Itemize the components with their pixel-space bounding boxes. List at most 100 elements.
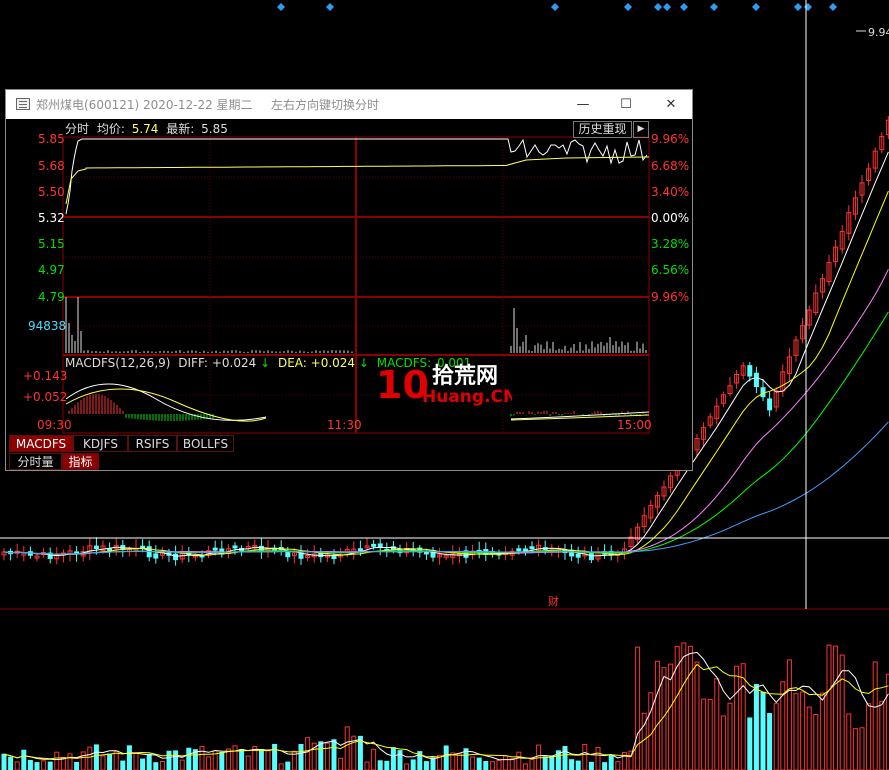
volume-bar [681, 642, 687, 770]
volume-bar [879, 700, 885, 770]
volume-bar [126, 745, 132, 770]
percent-tick: 3.40% [651, 185, 689, 199]
candle-body [760, 387, 766, 398]
app-icon [16, 98, 30, 110]
volume-bar [186, 747, 192, 770]
tab-rsifs[interactable]: RSIFS [128, 435, 177, 452]
volume-bar [107, 753, 113, 770]
macd-tick: +0.143 [23, 369, 67, 383]
finance-marker: 财 [548, 594, 559, 608]
candle-body [357, 548, 363, 552]
candle-body [93, 545, 99, 550]
tab-macdfs[interactable]: MACDFS [9, 435, 73, 452]
volume-bar [707, 698, 713, 770]
close-button[interactable]: ✕ [649, 90, 693, 119]
price-tick: 5.32 [38, 211, 65, 225]
volume-bar [344, 726, 350, 770]
volume-bar [166, 750, 172, 770]
volume-bar [305, 737, 311, 770]
volume-bar [747, 717, 753, 770]
tab-minute-volume[interactable]: 分时量 [9, 453, 62, 470]
minute-header: 分时 均价: 5.74 最新: 5.85 [65, 121, 228, 136]
volume-bar [423, 761, 429, 770]
signal-marker-icon [654, 3, 662, 11]
volume-bar [404, 763, 410, 770]
volume-bar [54, 751, 60, 770]
percent-tick: 6.56% [651, 263, 689, 277]
candle-body [753, 372, 759, 388]
volume-bar [846, 713, 852, 770]
minute-chart-window[interactable]: 郑州煤电(600121) 2020-12-22 星期二 左右方向键切换分时 — … [5, 89, 693, 471]
volume-bar [595, 746, 601, 770]
price-tick: 4.79 [38, 290, 65, 304]
volume-bar [443, 745, 449, 770]
volume-bar [727, 702, 733, 770]
candle-body [516, 548, 522, 552]
history-play-icon[interactable]: ▶ [633, 121, 649, 138]
tab-bollfs[interactable]: BOLLFS [177, 435, 234, 452]
volume-bar [258, 748, 264, 770]
price-tick: 5.15 [38, 237, 65, 251]
volume-bar [100, 755, 106, 770]
price-tick: 5.85 [38, 132, 65, 146]
volume-bar [687, 645, 693, 770]
signal-marker-icon [551, 3, 559, 11]
signal-marker-icon [277, 3, 285, 11]
minute-chart[interactable]: 分时 均价: 5.74 最新: 5.85 5.85 5.68 5.50 5.32… [6, 119, 692, 434]
volume-bar [199, 746, 205, 770]
minimize-button[interactable]: — [561, 90, 605, 119]
signal-marker-icon [680, 3, 688, 11]
window-titlebar[interactable]: 郑州煤电(600121) 2020-12-22 星期二 左右方向键切换分时 — … [6, 90, 692, 119]
time-label: 15:00 [617, 418, 652, 432]
watermark-en: Huang.CN [422, 387, 512, 407]
volume-bar [232, 745, 238, 770]
volume-bar [8, 756, 14, 770]
volume-bar [331, 739, 337, 770]
volume-bar [635, 646, 641, 770]
volume-bar [859, 727, 865, 770]
volume-bar [371, 748, 377, 770]
volume-bar [852, 728, 858, 770]
signal-marker-icon [663, 3, 671, 11]
volume-bar [793, 693, 799, 770]
percent-tick: 9.96% [651, 290, 689, 304]
history-replay-button[interactable]: 历史重现 [573, 121, 632, 138]
volume-bar [410, 759, 416, 770]
volume-bar [786, 659, 792, 770]
candle-body [371, 543, 377, 547]
watermark-number: 10 [376, 363, 429, 407]
signal-markers [277, 3, 837, 11]
volume-bar [575, 760, 581, 770]
volume-bar [701, 698, 707, 770]
volume-bar [173, 750, 179, 770]
volume-bar [503, 755, 509, 770]
average-price-line [65, 156, 650, 205]
volume-bar [694, 661, 700, 770]
tab-indicator[interactable]: 指标 [62, 453, 99, 470]
volume-bar [483, 761, 489, 770]
volume-bar [133, 752, 139, 770]
volume-bar [734, 665, 740, 770]
volume-bar [430, 757, 436, 770]
volume-bar [489, 761, 495, 770]
volume-bar [826, 644, 832, 770]
volume-bar [516, 751, 522, 770]
volume-bar [529, 758, 535, 770]
volume-bar [179, 759, 185, 770]
time-label: 11:30 [327, 418, 362, 432]
volume-bar [654, 660, 660, 770]
maximize-button[interactable]: ☐ [604, 90, 648, 119]
percent-tick: 9.96% [651, 132, 689, 146]
volume-bar [338, 757, 344, 770]
volume-bar [582, 744, 588, 770]
percent-tick: 0.00% [651, 211, 689, 225]
volume-bar [239, 749, 245, 770]
volume-bar [450, 752, 456, 770]
volume-bar [47, 761, 53, 770]
volume-bar [80, 751, 86, 770]
volume-bar [470, 756, 476, 770]
price-tick: 5.68 [38, 159, 65, 173]
tab-kdjfs[interactable]: KDJFS [73, 435, 128, 452]
volume-bar [384, 760, 390, 770]
macd-tick: +0.052 [23, 390, 67, 404]
